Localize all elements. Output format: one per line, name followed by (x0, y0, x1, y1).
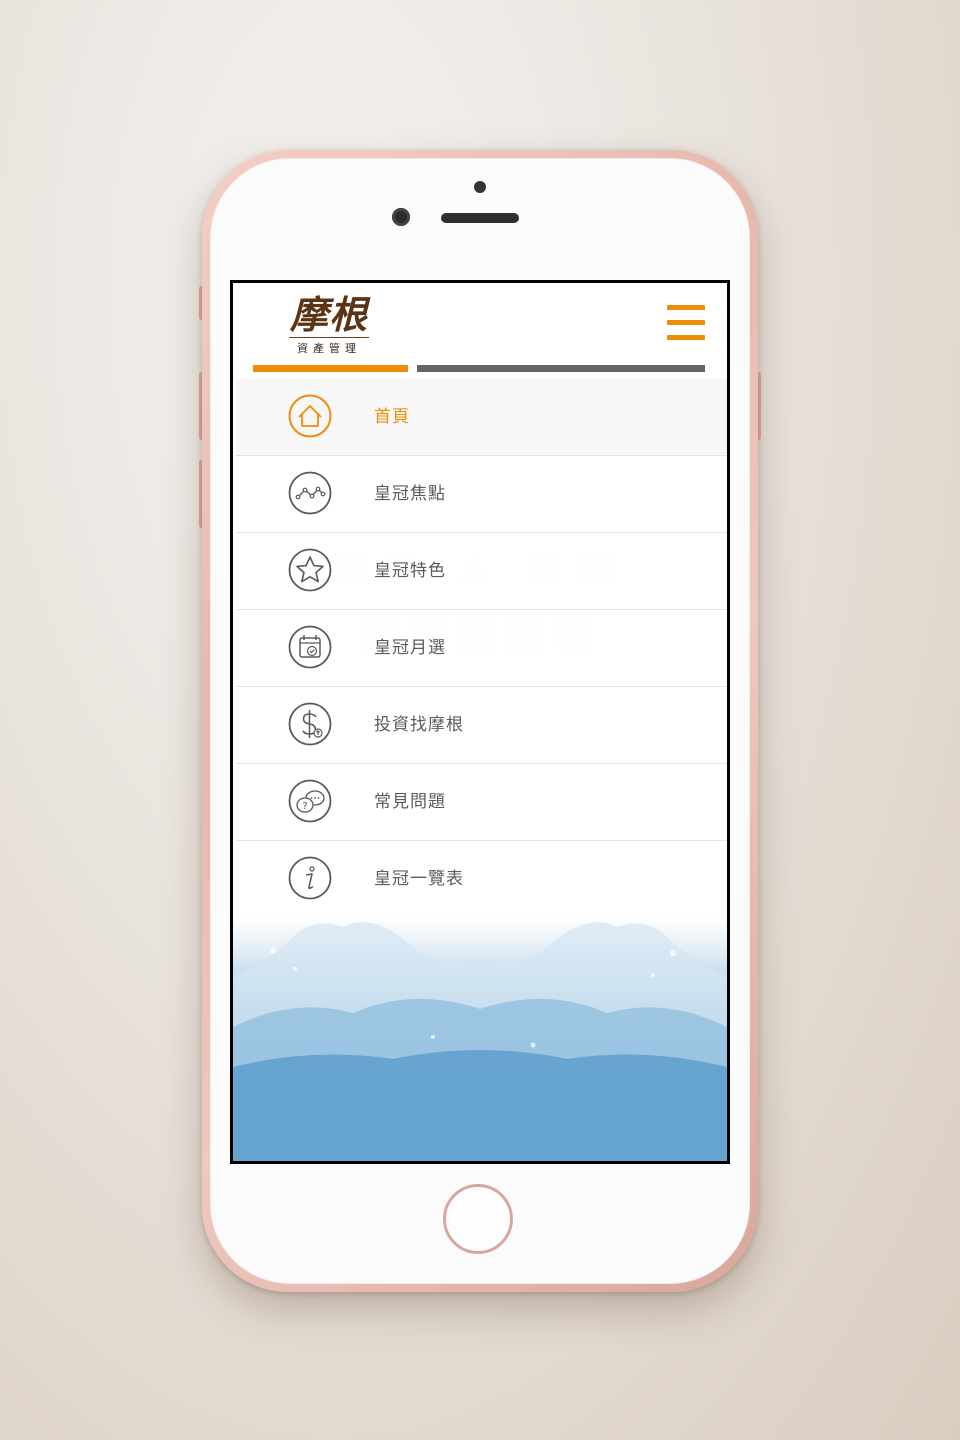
earpiece-speaker (441, 213, 519, 223)
dollar-icon (288, 702, 332, 746)
phone-screen: ■■ ▲ ■■ ■■■■■ 摩根 資產管理 (230, 280, 730, 1164)
hamburger-bar (667, 320, 705, 325)
nav-menu: 首頁 皇冠焦點 皇冠特色 皇冠月選 投資找摩根 ? 常見問題 皇冠一覽表 (236, 379, 727, 917)
logo-subtitle: 資產管理 (297, 342, 361, 355)
info-icon (288, 856, 332, 900)
logo-divider (289, 337, 369, 338)
proximity-sensor (474, 181, 486, 193)
hamburger-icon[interactable] (667, 305, 705, 341)
menu-label: 投資找摩根 (374, 715, 464, 735)
svg-text:?: ? (302, 801, 307, 812)
menu-label: 首頁 (374, 407, 410, 427)
menu-label: 皇冠特色 (374, 561, 446, 581)
web-page: ■■ ▲ ■■ ■■■■■ 摩根 資產管理 (233, 283, 727, 1161)
menu-item-crown-focus[interactable]: 皇冠焦點 (236, 456, 727, 533)
header-divider-rest (417, 365, 705, 372)
menu-label: 皇冠焦點 (374, 484, 446, 504)
chat-question-icon: ? (288, 779, 332, 823)
menu-label: 常見問題 (374, 792, 446, 812)
menu-item-home[interactable]: 首頁 (236, 379, 727, 456)
hamburger-bar (667, 305, 705, 310)
logo-title: 摩根 (289, 292, 368, 337)
menu-item-invest-morgan[interactable]: 投資找摩根 (236, 687, 727, 764)
menu-item-crown-overview[interactable]: 皇冠一覽表 (236, 841, 727, 917)
header-divider (253, 365, 705, 372)
menu-label: 皇冠一覽表 (374, 869, 464, 889)
brand-logo[interactable]: 摩根 資產管理 (283, 293, 375, 361)
trend-line-icon (288, 471, 332, 515)
calendar-check-icon (288, 625, 332, 669)
home-icon (288, 394, 332, 438)
header-divider-accent (253, 365, 408, 372)
menu-item-faq[interactable]: ? 常見問題 (236, 764, 727, 841)
menu-item-crown-monthly[interactable]: 皇冠月選 (236, 610, 727, 687)
hamburger-bar (667, 335, 705, 340)
menu-label: 皇冠月選 (374, 638, 446, 658)
home-button[interactable] (443, 1184, 513, 1254)
star-icon (288, 548, 332, 592)
front-camera (392, 208, 410, 226)
water-splash-image (233, 917, 727, 1161)
menu-item-crown-features[interactable]: 皇冠特色 (236, 533, 727, 610)
